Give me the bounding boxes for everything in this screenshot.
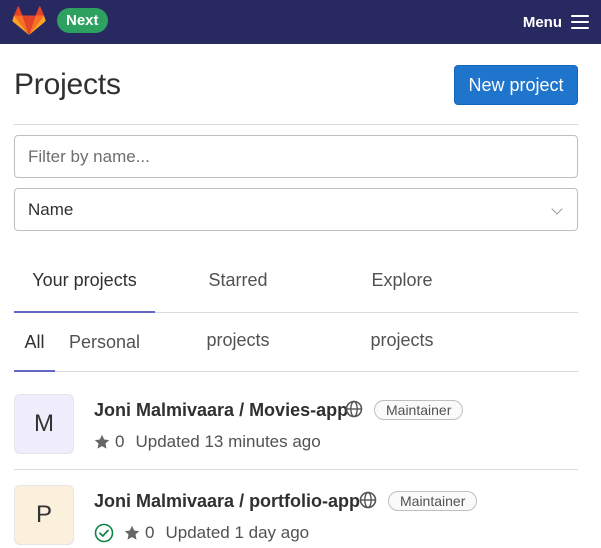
project-tabs: Your projects Starred projects Explore p… bbox=[14, 250, 578, 350]
project-row: P Joni Malmivaara / portfolio-app Mainta… bbox=[14, 471, 578, 548]
tab-explore-projects[interactable]: Explore projects bbox=[340, 250, 464, 350]
next-badge[interactable]: Next bbox=[57, 8, 108, 33]
updated-time: Updated 1 day ago bbox=[165, 523, 310, 542]
hamburger-icon bbox=[571, 15, 589, 29]
project-name-link[interactable]: Joni Malmivaara / portfolio-app bbox=[94, 491, 360, 512]
project-subtabs: All Personal bbox=[14, 313, 578, 372]
sort-dropdown[interactable]: Name bbox=[14, 188, 578, 231]
subtab-personal[interactable]: Personal bbox=[69, 313, 140, 372]
success-check-icon[interactable] bbox=[94, 523, 114, 543]
divider bbox=[14, 124, 578, 125]
filter-by-name-input[interactable] bbox=[14, 135, 578, 178]
tab-starred-projects[interactable]: Starred projects bbox=[177, 250, 299, 350]
gitlab-logo-icon[interactable] bbox=[12, 6, 46, 36]
menu-button[interactable]: Menu bbox=[523, 0, 589, 44]
star-icon[interactable] bbox=[124, 525, 140, 541]
sort-selected-value: Name bbox=[28, 199, 74, 219]
subtab-all[interactable]: All bbox=[14, 313, 55, 372]
star-icon[interactable] bbox=[94, 434, 110, 450]
page-title: Projects bbox=[14, 68, 121, 101]
updated-time: Updated 13 minutes ago bbox=[135, 432, 321, 451]
role-badge: Maintainer bbox=[374, 400, 464, 420]
new-project-button[interactable]: New project bbox=[454, 65, 578, 105]
menu-label: Menu bbox=[522, 13, 562, 31]
project-meta: 0 Updated 13 minutes ago bbox=[94, 431, 321, 453]
project-avatar[interactable]: M bbox=[14, 394, 74, 454]
project-name-link[interactable]: Joni Malmivaara / Movies-app bbox=[94, 400, 348, 421]
star-count[interactable]: 0 bbox=[145, 523, 154, 543]
project-avatar[interactable]: P bbox=[14, 485, 74, 545]
globe-icon bbox=[345, 400, 363, 418]
chevron-down-icon bbox=[551, 203, 563, 215]
globe-icon bbox=[359, 491, 377, 509]
role-badge: Maintainer bbox=[388, 491, 478, 511]
star-count[interactable]: 0 bbox=[115, 432, 124, 452]
project-row: M Joni Malmivaara / Movies-app Maintaine… bbox=[14, 380, 578, 470]
project-meta: 0 Updated 1 day ago bbox=[94, 522, 309, 544]
tab-your-projects[interactable]: Your projects bbox=[14, 250, 155, 313]
top-navbar: Next Menu bbox=[0, 0, 601, 44]
